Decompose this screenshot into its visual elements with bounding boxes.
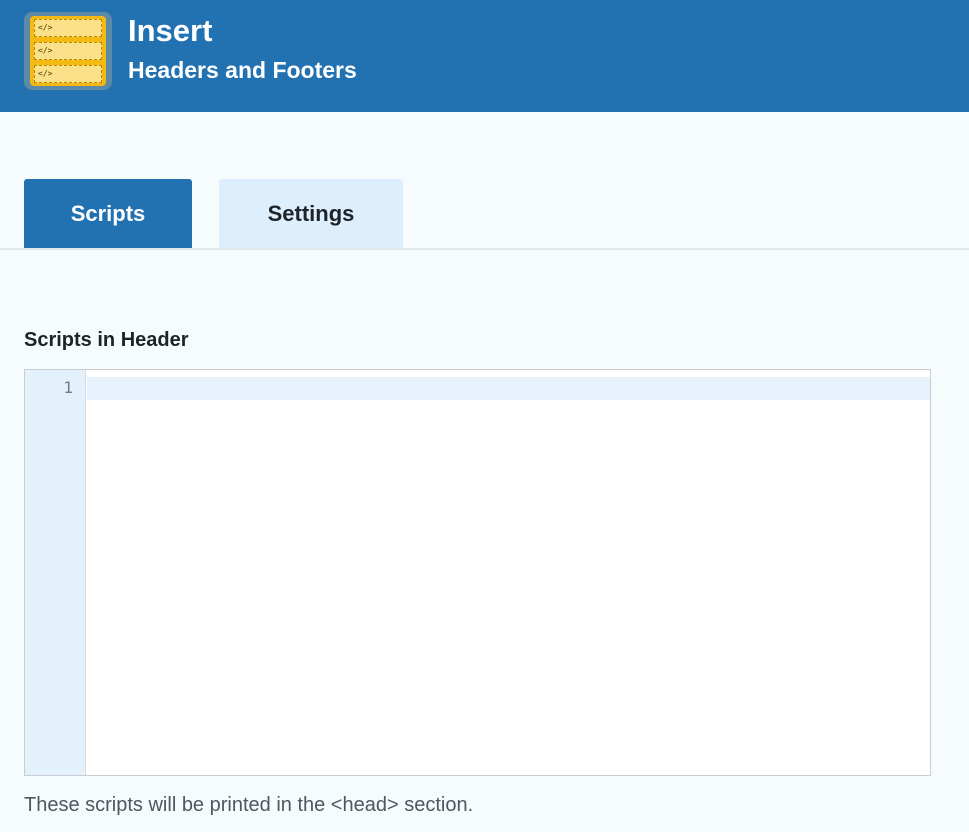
header-scripts-code-editor[interactable]: 1 bbox=[24, 369, 931, 776]
line-number-gutter: 1 bbox=[25, 370, 86, 775]
line-number: 1 bbox=[63, 378, 73, 397]
plugin-title: Insert bbox=[128, 13, 213, 48]
plugin-header: </> </> </> Insert Headers and Footers bbox=[0, 0, 969, 112]
logo-code-strip: </> bbox=[34, 42, 102, 60]
logo-code-strip: </> bbox=[34, 65, 102, 83]
logo-body: </> </> </> bbox=[30, 16, 106, 86]
logo-code-strip: </> bbox=[34, 19, 102, 37]
tab-scripts[interactable]: Scripts bbox=[24, 179, 192, 248]
active-line-highlight[interactable] bbox=[87, 377, 930, 400]
plugin-logo-icon: </> </> </> bbox=[24, 12, 112, 90]
help-text: These scripts will be printed in the <he… bbox=[24, 794, 474, 816]
scripts-in-header-label: Scripts in Header bbox=[24, 329, 189, 351]
tab-bar: Scripts Settings bbox=[0, 179, 969, 250]
plugin-subtitle: Headers and Footers bbox=[128, 57, 357, 83]
tab-settings[interactable]: Settings bbox=[219, 179, 403, 248]
